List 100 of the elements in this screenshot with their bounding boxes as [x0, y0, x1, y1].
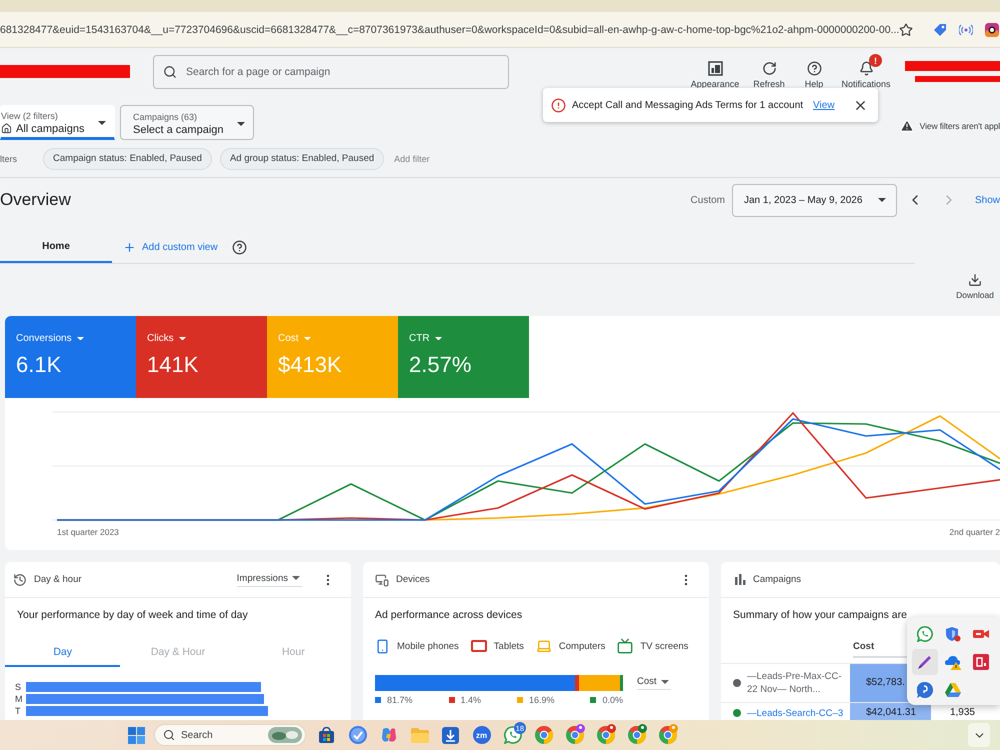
profile-badge-icon	[669, 724, 678, 733]
legend-label: Tablets	[494, 640, 524, 652]
download-icon	[968, 272, 982, 286]
metric-tile[interactable]: CTR 2.57%	[398, 316, 529, 398]
download-button[interactable]: Download	[950, 272, 1000, 300]
notification-badge: !	[869, 54, 882, 67]
add-view-button[interactable]: Add custom view	[123, 231, 218, 263]
filter-chip[interactable]: Campaign status: Enabled, Paused	[43, 148, 212, 170]
filter-chip[interactable]: Ad group status: Enabled, Paused	[220, 148, 384, 170]
legend-square-icon	[448, 697, 454, 703]
caret-icon	[98, 120, 106, 124]
date-range-dropdown[interactable]: Jan 1, 2023 – May 9, 2026	[732, 184, 897, 216]
bell-icon	[858, 61, 874, 76]
view-link[interactable]: View	[813, 100, 835, 110]
legend-label: TV screens	[640, 640, 688, 652]
caret-icon	[660, 680, 669, 684]
address-text[interactable]: 681328477&euid=1543163704&__u=7723704696&uscid=6681328477&__c=8707361973&authuser=0&workspaceId=0&subid=all-en-awhp-g-aw-c-home-top-bgc%21o2-ahpm-0000000200-00...	[0, 24, 900, 36]
help-icon[interactable]	[232, 240, 247, 254]
legend-square-icon	[516, 697, 523, 703]
toast-message: Accept Call and Messaging Ads Terms for 1 account	[572, 100, 804, 110]
download-app-icon[interactable]	[442, 726, 459, 744]
card-title: Campaigns	[753, 574, 802, 585]
swirl-logo-icon[interactable]	[380, 726, 398, 744]
search-icon	[163, 729, 175, 741]
app-tile-icon[interactable]	[973, 654, 989, 670]
app-square-icon[interactable]	[985, 22, 1000, 36]
help-icon	[806, 61, 822, 76]
share-reading: 1.4%	[460, 695, 482, 705]
campaign-link[interactable]: —Leads-Search-CC–3	[747, 707, 846, 720]
share-reading: 0.0%	[602, 695, 623, 705]
page-title: Overview	[0, 190, 71, 210]
metric-tile[interactable]: Clicks 141K	[136, 316, 267, 398]
card-subtitle: Summary of how your campaigns are	[732, 608, 908, 622]
caret-icon	[237, 122, 245, 126]
metric-dropdown[interactable]: Impressions	[236, 572, 302, 586]
refresh-button[interactable]: Refresh	[746, 54, 792, 89]
shield-icon[interactable]	[945, 626, 961, 642]
cloud-warning-icon[interactable]	[944, 654, 962, 670]
caret-icon	[434, 336, 442, 340]
dropdown[interactable]: Campaigns (63) Select a campaign	[120, 105, 254, 140]
search-field[interactable]: Search for a page or campaign	[153, 54, 509, 88]
caret-icon	[292, 576, 300, 580]
filters-label: lters	[0, 154, 18, 164]
home-icon	[1, 123, 12, 134]
tab[interactable]: Day	[5, 638, 120, 667]
share-reading: 81.7%	[387, 695, 413, 705]
app-logo[interactable]: zm	[472, 726, 490, 744]
check-circle-icon[interactable]	[348, 726, 366, 744]
search-icon	[163, 64, 177, 78]
error-icon	[551, 98, 566, 112]
day-label: T	[15, 706, 22, 716]
appearance-button[interactable]: Appearance	[686, 54, 744, 89]
clock-icon	[13, 572, 27, 586]
card-title: Devices	[396, 574, 430, 585]
cost-cell: $42,041.31	[850, 702, 931, 720]
caret-icon	[76, 336, 84, 340]
plus-icon	[123, 240, 136, 254]
chat-app-icon[interactable]	[917, 626, 933, 642]
card-title: Day & hour	[34, 574, 82, 585]
legend-label: Mobile phones	[397, 640, 459, 652]
tab[interactable]: Home	[0, 231, 112, 263]
card-subtitle: Your performance by day of week and time of day	[16, 608, 249, 622]
chat-bubble-icon[interactable]	[917, 682, 933, 698]
legend-square-icon	[590, 697, 596, 703]
campaign-link[interactable]: —Leads-Pre-Max-CC-22 Nov— North...	[747, 670, 846, 696]
help-button[interactable]: Help	[794, 54, 834, 89]
metric-tile[interactable]: Conversions 6.1K	[5, 316, 136, 398]
profile-badge-icon	[607, 724, 616, 733]
show-link[interactable]: Show	[974, 194, 1000, 206]
signal-icon[interactable]	[959, 22, 974, 36]
share-reading: 16.9%	[528, 695, 555, 705]
caret-icon	[304, 336, 311, 340]
browser-icon[interactable]	[534, 726, 552, 744]
tag-icon[interactable]	[933, 22, 948, 36]
legend-square-icon	[375, 697, 381, 703]
triangle-logo-icon[interactable]	[945, 683, 961, 697]
devices-icon	[375, 572, 389, 586]
day-label: S	[15, 682, 22, 692]
video-camera-icon[interactable]	[973, 628, 989, 640]
table-cell: 1,935	[950, 707, 975, 719]
dropdown[interactable]: View (2 filters) All campaigns	[0, 105, 115, 140]
star-icon[interactable]	[899, 22, 914, 36]
metric-dropdown[interactable]: Cost	[637, 676, 671, 690]
caret-icon	[878, 198, 886, 202]
profile-badge-icon	[576, 724, 585, 733]
store-icon[interactable]	[318, 726, 335, 744]
legend-label: Computers	[558, 640, 606, 652]
tray-toggle-button[interactable]	[968, 723, 990, 747]
card-subtitle: Ad performance across devices	[374, 608, 524, 622]
search-highlight-icon	[268, 727, 302, 743]
pen-icon[interactable]	[917, 654, 933, 670]
profile-badge-icon	[638, 724, 647, 733]
notice-text: View filters aren't appl	[920, 120, 1000, 130]
axis-label: 1st quarter 2023	[57, 527, 119, 537]
day-label: M	[15, 694, 24, 704]
panel-icon	[708, 61, 722, 76]
caret-icon	[178, 336, 186, 340]
windows-logo-icon[interactable]	[128, 726, 145, 744]
warning-icon	[900, 118, 914, 132]
range-label: Custom	[690, 194, 725, 206]
